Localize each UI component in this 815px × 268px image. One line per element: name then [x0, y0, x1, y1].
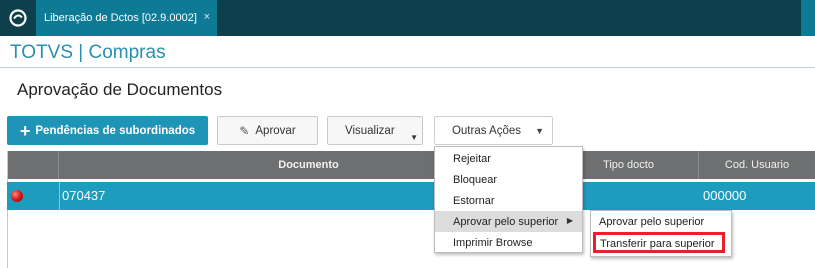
caret-right-icon: ▶	[566, 216, 573, 225]
totvs-logo-icon[interactable]	[0, 0, 36, 36]
outras-label: Outras Ações	[451, 124, 522, 137]
menu-item-rejeitar[interactable]: Rejeitar	[435, 148, 582, 169]
submenu-item-aprovar-pelo-superior[interactable]: Aprovar pelo superior	[599, 216, 704, 228]
header-divider	[0, 67, 815, 68]
caret-down-icon[interactable]: ▼	[410, 133, 418, 142]
cell-divider	[59, 182, 60, 210]
tab-title: Liberação de Dctos [02.9.0002]	[44, 12, 197, 24]
menu-item-imprimir-browse[interactable]: Imprimir Browse	[435, 232, 582, 253]
cell-documento: 070437	[62, 188, 106, 203]
aprovar-button[interactable]: ✎ Aprovar	[217, 116, 318, 145]
grid-header: Documento Tipo docto Cod. Usuario	[7, 151, 815, 179]
top-tab-bar: Liberação de Dctos [02.9.0002] ×	[0, 0, 815, 36]
caret-down-icon: ▼	[535, 126, 544, 136]
plus-icon: +	[19, 120, 31, 141]
column-header-cod-usuario[interactable]: Cod. Usuario	[699, 151, 815, 179]
aprovar-label: Aprovar	[255, 124, 296, 137]
table-row[interactable]: 070437 000000	[7, 182, 815, 210]
pendencias-label: Pendências de subordinados	[35, 124, 196, 137]
close-icon[interactable]: ×	[204, 11, 210, 23]
status-red-icon	[11, 190, 23, 202]
tab-liberacao-dctos[interactable]: Liberação de Dctos [02.9.0002] ×	[36, 0, 217, 36]
outras-acoes-menu: Rejeitar Bloquear Estornar Aprovar pelo …	[434, 146, 583, 253]
menu-item-aprovar-pelo-superior[interactable]: Aprovar pelo superior ▶	[435, 211, 582, 232]
visualizar-label: Visualizar	[345, 124, 395, 137]
menu-item-label: Aprovar pelo superior	[453, 215, 559, 228]
menu-item-bloquear[interactable]: Bloquear	[435, 169, 582, 190]
cell-cod-usuario: 000000	[703, 188, 747, 203]
pendencias-subordinados-button[interactable]: + Pendências de subordinados	[7, 116, 208, 145]
pencil-icon: ✎	[239, 123, 250, 138]
app-title: TOTVS | Compras	[10, 42, 166, 63]
menu-item-estornar[interactable]: Estornar	[435, 190, 582, 211]
outras-acoes-button[interactable]: Outras Ações ▼	[434, 116, 553, 145]
tab-strip-edge	[801, 0, 815, 36]
page-title: Aprovação de Documentos	[17, 80, 223, 99]
column-header-status[interactable]	[7, 151, 59, 179]
visualizar-button[interactable]: Visualizar ▼	[327, 116, 423, 145]
highlight-annotation	[593, 232, 725, 253]
